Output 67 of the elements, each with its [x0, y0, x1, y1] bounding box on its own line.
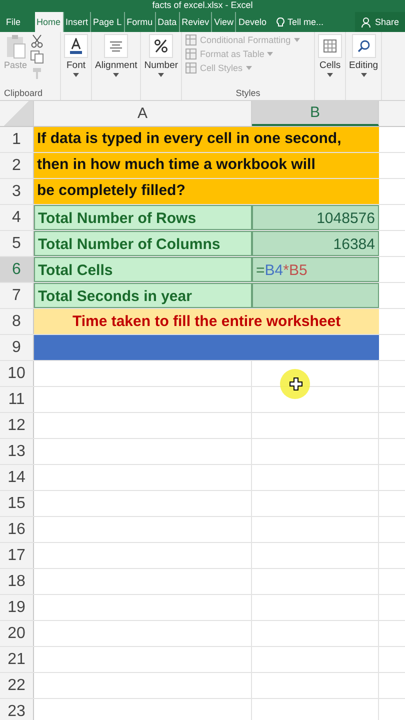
- tell-me-button[interactable]: Tell me...: [272, 12, 328, 32]
- ribbon-button[interactable]: Alignment: [93, 34, 140, 77]
- group-label: Styles: [236, 88, 260, 100]
- row-header[interactable]: 9: [0, 335, 34, 360]
- person-icon: [360, 16, 372, 28]
- dropdown-caret-icon: [113, 73, 120, 77]
- row-header[interactable]: 14: [0, 465, 34, 490]
- ribbon-button[interactable]: Font: [62, 34, 90, 77]
- formula-cell: =B4*B5: [252, 257, 379, 282]
- row-header[interactable]: 8: [0, 309, 34, 334]
- ribbon-button[interactable]: Editing: [347, 34, 380, 77]
- row-header[interactable]: 2: [0, 153, 34, 178]
- question-cell: then in how much time a workbook will: [34, 153, 379, 178]
- question-cell: If data is typed in every cell in one second,: [34, 127, 379, 152]
- lightbulb-icon: [276, 16, 284, 28]
- row-header[interactable]: 23: [0, 699, 34, 720]
- table-cell: Total Seconds in year: [34, 283, 252, 308]
- align-icon: [109, 40, 124, 52]
- dropdown-caret-icon: [327, 73, 334, 77]
- row-header[interactable]: 5: [0, 231, 34, 256]
- dropdown-caret-icon: [267, 52, 274, 56]
- ribbon-tab[interactable]: Home: [34, 12, 63, 32]
- row-header[interactable]: 21: [0, 647, 34, 672]
- row-header[interactable]: 17: [0, 543, 34, 568]
- table-cell: Total Number of Columns: [34, 231, 252, 256]
- row-header[interactable]: 7: [0, 283, 34, 308]
- share-button[interactable]: Share: [354, 12, 405, 32]
- ribbon-button[interactable]: Cells: [316, 34, 344, 77]
- table-cell: Total Cells: [34, 257, 252, 282]
- table-style-icon: [185, 48, 198, 60]
- row-header[interactable]: 1: [0, 127, 34, 152]
- scissors-icon[interactable]: [30, 34, 44, 48]
- cursor-highlight-icon: [279, 368, 311, 400]
- cells-icon: [323, 39, 338, 53]
- table-cell: Total Number of Rows: [34, 205, 252, 230]
- row-header[interactable]: 11: [0, 387, 34, 412]
- row-header[interactable]: 15: [0, 491, 34, 516]
- row-header[interactable]: 16: [0, 517, 34, 542]
- dropdown-caret-icon: [360, 73, 367, 77]
- row-header[interactable]: 12: [0, 413, 34, 438]
- row-header[interactable]: 13: [0, 439, 34, 464]
- dropdown-caret-icon: [294, 38, 300, 42]
- table-style-icon: [185, 62, 198, 74]
- ribbon-tab[interactable]: File: [4, 12, 23, 32]
- window-title: facts of excel.xlsx - Excel: [152, 0, 253, 11]
- copy-icon[interactable]: [30, 50, 44, 64]
- column-header[interactable]: B: [252, 101, 379, 126]
- banner-cell: Time taken to fill the entire worksheet: [34, 309, 379, 334]
- row-header[interactable]: 20: [0, 621, 34, 646]
- row-header[interactable]: 10: [0, 361, 34, 386]
- font-color-icon: [69, 38, 83, 54]
- row-header[interactable]: 3: [0, 179, 34, 204]
- row-header[interactable]: 19: [0, 595, 34, 620]
- group-label: Clipboard: [3, 88, 44, 100]
- value-cell: 1048576: [252, 205, 379, 230]
- dropdown-caret-icon: [158, 73, 164, 77]
- search-icon: [356, 39, 371, 53]
- question-cell: be completely filled?: [34, 179, 379, 204]
- row-header[interactable]: 18: [0, 569, 34, 594]
- ribbon-button[interactable]: Number: [142, 34, 180, 77]
- value-cell: 16384: [252, 231, 379, 256]
- percent-icon: [154, 39, 168, 53]
- row-header[interactable]: 22: [0, 673, 34, 698]
- dropdown-caret-icon: [246, 66, 252, 70]
- dropdown-caret-icon: [73, 73, 79, 77]
- row-header[interactable]: 4: [0, 205, 34, 230]
- row-header[interactable]: 6: [0, 257, 34, 282]
